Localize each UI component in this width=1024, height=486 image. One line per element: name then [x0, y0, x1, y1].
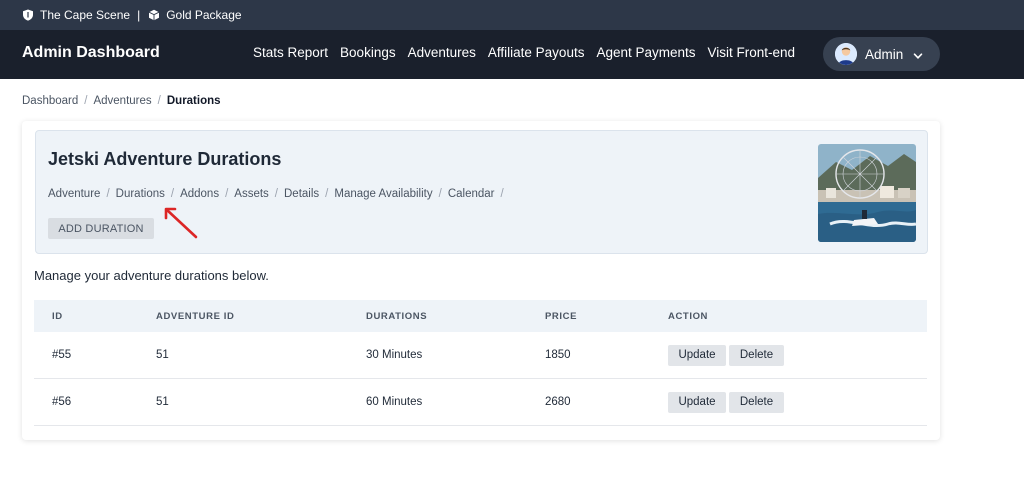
cell-duration: 60 Minutes	[366, 396, 423, 408]
breadcrumb-adventures[interactable]: Adventures	[93, 95, 151, 107]
cell-id: #55	[52, 349, 72, 361]
user-menu-button[interactable]: Admin	[823, 37, 940, 71]
nav-bookings[interactable]: Bookings	[340, 45, 396, 60]
box-icon	[148, 9, 160, 21]
table-header: ID ADVENTURE ID DURATIONS PRICE ACTION	[34, 300, 927, 332]
nav-links: Stats Report Bookings Adventures Affilia…	[253, 45, 807, 60]
cell-adventure-id: 51	[156, 396, 169, 408]
col-adventure-id: ADVENTURE ID	[156, 310, 235, 322]
subnav-separator: /	[170, 188, 175, 200]
avatar	[835, 43, 857, 65]
subnav-assets[interactable]: Assets	[234, 188, 269, 200]
col-action: ACTION	[668, 310, 709, 322]
breadcrumb-current: Durations	[166, 95, 221, 107]
cell-adventure-id: 51	[156, 349, 169, 361]
subnav-separator: /	[438, 188, 442, 200]
main-navbar: Admin Dashboard Stats Report Bookings Ad…	[0, 30, 1024, 79]
nav-agent-payments[interactable]: Agent Payments	[596, 45, 695, 60]
subnav-separator: /	[500, 188, 504, 200]
nav-visit-front-end[interactable]: Visit Front-end	[708, 45, 796, 60]
breadcrumb: Dashboard / Adventures / Durations	[22, 95, 221, 107]
cell-id: #56	[52, 396, 72, 408]
add-duration-button[interactable]: ADD DURATION	[48, 218, 154, 239]
page-title: Jetski Adventure Durations	[48, 149, 282, 169]
cell-actions: Update Delete	[668, 391, 787, 413]
package-name[interactable]: Gold Package	[166, 8, 241, 22]
subnav-adventure[interactable]: Adventure	[48, 188, 100, 200]
adventure-header-panel: Jetski Adventure Durations Adventure / Dur…	[35, 130, 928, 254]
col-price: PRICE	[545, 310, 578, 322]
cell-actions: Update Delete	[668, 344, 787, 366]
nav-adventures[interactable]: Adventures	[408, 45, 476, 60]
durations-card: Jetski Adventure Durations Adventure / Dur…	[22, 121, 940, 440]
breadcrumb-separator: /	[157, 95, 161, 107]
cell-duration: 30 Minutes	[366, 349, 423, 361]
subnav-separator: /	[225, 188, 229, 200]
cell-price: 1850	[545, 349, 571, 361]
col-durations: DURATIONS	[366, 310, 428, 322]
subnav-separator: /	[274, 188, 278, 200]
chevron-down-icon	[913, 49, 923, 59]
site-name[interactable]: The Cape Scene	[40, 8, 130, 22]
subnav-addons[interactable]: Addons	[180, 188, 219, 200]
nav-stats-report[interactable]: Stats Report	[253, 45, 328, 60]
update-button[interactable]: Update	[668, 391, 726, 413]
col-id: ID	[52, 310, 63, 322]
shield-icon	[22, 9, 34, 21]
subnav-manage-availability[interactable]: Manage Availability	[334, 188, 432, 200]
durations-table: ID ADVENTURE ID DURATIONS PRICE ACTION #…	[34, 300, 927, 426]
subnav-separator: /	[106, 188, 110, 200]
subnav-separator: /	[325, 188, 329, 200]
table-row: #56 51 60 Minutes 2680 Update Delete	[34, 379, 927, 426]
subnav-calendar[interactable]: Calendar	[448, 188, 495, 200]
topbar-separator: |	[137, 8, 141, 22]
cell-price: 2680	[545, 396, 571, 408]
delete-button[interactable]: Delete	[729, 391, 784, 413]
subnav-durations[interactable]: Durations	[116, 188, 165, 200]
delete-button[interactable]: Delete	[729, 344, 784, 366]
intro-text: Manage your adventure durations below.	[34, 268, 269, 283]
breadcrumb-dashboard[interactable]: Dashboard	[22, 95, 78, 107]
nav-affiliate-payouts[interactable]: Affiliate Payouts	[488, 45, 585, 60]
table-row: #55 51 30 Minutes 1850 Update Delete	[34, 332, 927, 379]
update-button[interactable]: Update	[668, 344, 726, 366]
user-menu-label: Admin	[865, 46, 904, 62]
adventure-thumbnail	[818, 144, 916, 242]
arrow-annotation-icon	[164, 207, 198, 239]
breadcrumb-separator: /	[84, 95, 88, 107]
adventure-subnav: Adventure / Durations / Addons / Assets / Detail…	[48, 188, 510, 200]
subnav-details[interactable]: Details	[284, 188, 319, 200]
brand-title[interactable]: Admin Dashboard	[22, 44, 160, 62]
top-bar: The Cape Scene | Gold Package	[0, 0, 1024, 30]
